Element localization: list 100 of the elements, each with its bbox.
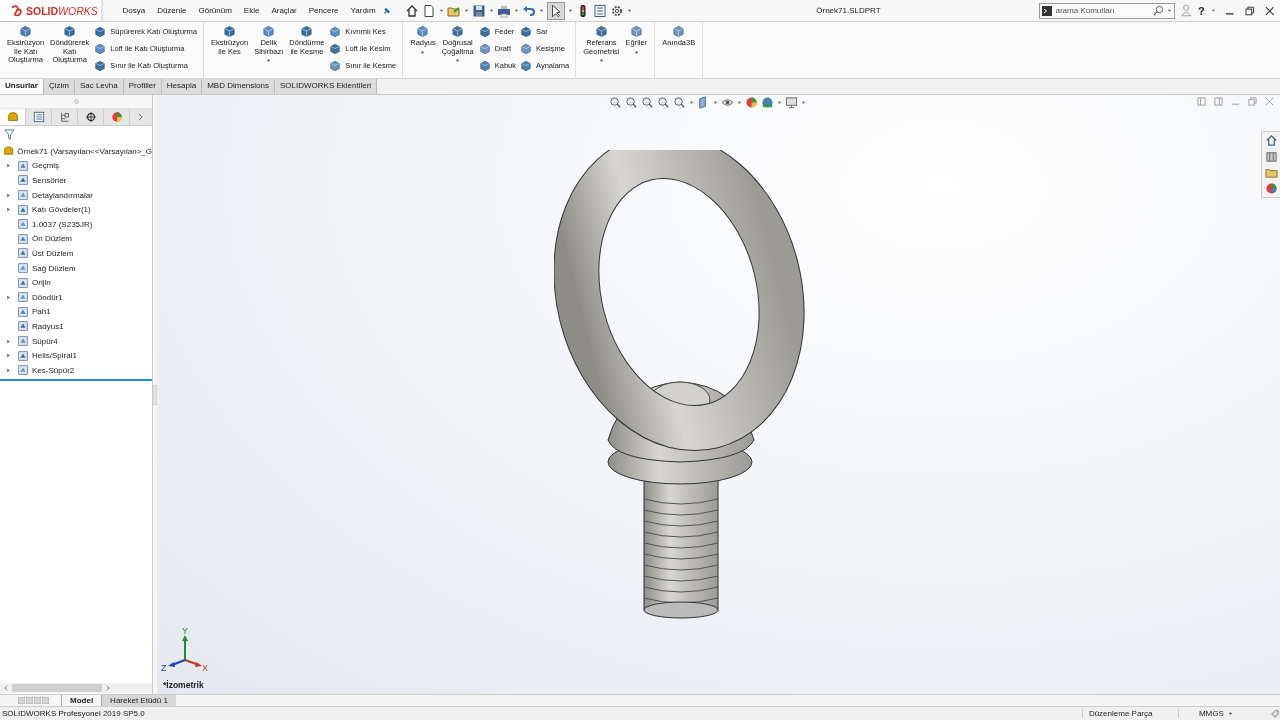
axis-label: Y	[182, 626, 188, 636]
caret-icon[interactable]	[777, 100, 782, 105]
scroll-left-icon[interactable]	[4, 685, 8, 691]
command-prompt-icon	[1042, 5, 1053, 16]
search-field[interactable]: arama Komutları	[1039, 2, 1176, 19]
part-icon	[6, 110, 19, 123]
tree-item[interactable]: 1.0037 (S235JR)	[0, 216, 152, 232]
chevron-right-icon[interactable]	[138, 112, 143, 121]
view-tool-icon[interactable]	[641, 96, 654, 109]
feature-icon	[94, 59, 107, 72]
tile-right-icon[interactable]	[1214, 97, 1223, 106]
caret-icon	[598, 58, 604, 63]
tree-item[interactable]: Döndür1	[0, 289, 152, 305]
menu-item[interactable]: Düzenle	[157, 6, 187, 15]
caret-icon	[1167, 8, 1173, 13]
tree-item[interactable]: Kes-Süpür2	[0, 362, 152, 378]
search-field[interactable]: arama Komutları	[1055, 6, 1151, 15]
library-icon[interactable]	[1264, 150, 1278, 163]
caret-icon[interactable]	[539, 8, 545, 13]
filter-icon[interactable]	[4, 128, 15, 140]
caret-icon[interactable]	[627, 8, 633, 13]
menu-item[interactable]: Pencere	[308, 6, 339, 15]
menu-item[interactable]: Yardım	[350, 6, 376, 15]
caret-icon[interactable]	[689, 100, 694, 105]
caret-icon[interactable]	[801, 100, 806, 105]
user-icon[interactable]	[1181, 4, 1192, 17]
monitor-icon[interactable]	[785, 96, 798, 109]
home-icon[interactable]	[405, 3, 420, 18]
search-icon	[1153, 5, 1165, 16]
tree-item[interactable]: Üst Düzlem	[0, 246, 152, 261]
menu-item[interactable]: Dosya	[122, 6, 146, 15]
scene-icon[interactable]	[761, 96, 774, 109]
caret-icon[interactable]	[713, 100, 718, 105]
tree-item[interactable]: Örnek71 (Varsayılan<<Varsayılan>_G	[0, 144, 152, 159]
view-tool-icon[interactable]	[609, 96, 622, 109]
restore-icon[interactable]	[1244, 5, 1255, 16]
tree-item[interactable]: Ön Düzlem	[0, 231, 152, 247]
pin-icon[interactable]	[381, 5, 392, 16]
feature-icon	[416, 25, 430, 38]
undo-icon[interactable]	[522, 3, 537, 18]
scrollbar-thumb[interactable]	[12, 684, 102, 692]
settings-icon[interactable]	[610, 3, 625, 18]
ribbon-tab[interactable]: SOLIDWORKS Eklentileri	[275, 79, 378, 94]
close-icon[interactable]	[1264, 5, 1275, 16]
menu-item[interactable]: Araçlar	[271, 6, 297, 15]
tree-item[interactable]: Pah1	[0, 304, 152, 320]
print-icon[interactable]	[497, 3, 512, 18]
caret-icon	[455, 58, 461, 63]
eye-icon[interactable]	[721, 96, 734, 109]
solidworks-logo[interactable]: SOLIDWORKS	[0, 0, 103, 21]
menu-item[interactable]: Görünüm	[198, 6, 232, 15]
feature-icon	[17, 218, 29, 231]
feature-icon	[520, 25, 533, 38]
grip-icon[interactable]	[73, 99, 79, 104]
ribbon-tab[interactable]: Hesapla	[161, 79, 203, 94]
feature-icon	[329, 59, 342, 72]
tree-item[interactable]: Sağ Düzlem	[0, 260, 152, 276]
folder-icon[interactable]	[1264, 166, 1278, 179]
tag-icon[interactable]	[1270, 708, 1280, 719]
file-properties-icon[interactable]	[593, 3, 608, 18]
ribbon-tab[interactable]: MBD Dimensions	[202, 79, 275, 94]
help-button[interactable]: ?	[1197, 4, 1205, 17]
tile-left-icon[interactable]	[1197, 97, 1206, 106]
save-icon[interactable]	[472, 3, 487, 18]
caret-icon[interactable]	[737, 100, 742, 105]
tree-item[interactable]: Orijin	[0, 275, 152, 290]
tree-item[interactable]: Radyus1	[0, 319, 152, 334]
new-document-icon[interactable]	[422, 3, 437, 18]
tree-item[interactable]: Helis/Spiral1	[0, 348, 152, 363]
view-tool-icon[interactable]	[625, 96, 638, 109]
ribbon-tab[interactable]: Unsurlar	[0, 79, 44, 94]
appearance-icon[interactable]	[745, 96, 758, 109]
configuration-icon	[58, 110, 71, 123]
caret-icon[interactable]	[439, 8, 445, 13]
feature-icon	[17, 291, 29, 304]
feature-icon	[17, 159, 29, 172]
tree-item[interactable]: Katı Gövdeler(1)	[0, 202, 152, 217]
status-text: SOLIDWORKS Profesyonel 2019 SP5.0	[1, 709, 146, 718]
caret-icon[interactable]	[568, 8, 574, 13]
units-dropdown[interactable]: MMGS	[1177, 709, 1269, 718]
ribbon-tab[interactable]: Sac Levha	[74, 79, 124, 94]
menu-item[interactable]: Ekle	[243, 6, 260, 15]
tree-item[interactable]: Detaylandırmalar	[0, 187, 152, 203]
ribbon-tab[interactable]: Profiller	[123, 79, 162, 94]
tree-item[interactable]: Geçmiş	[0, 158, 152, 174]
view-orientation-label: *İzometrik	[163, 680, 204, 690]
feature-icon	[17, 335, 29, 347]
appearance-icon[interactable]	[1264, 182, 1278, 195]
view-tool-icon[interactable]	[657, 96, 670, 109]
tree-item[interactable]: Sensörler	[0, 173, 152, 188]
caret-icon[interactable]	[464, 8, 470, 13]
feature-icon	[520, 42, 533, 55]
tree-item[interactable]: Süpür4	[0, 333, 152, 349]
scroll-right-icon[interactable]	[106, 685, 110, 691]
caret-icon[interactable]	[1210, 8, 1216, 13]
caret-icon[interactable]	[489, 8, 495, 13]
view-tool-icon[interactable]	[673, 96, 686, 109]
feature-icon	[672, 25, 686, 38]
ribbon-tab[interactable]: Çizim	[43, 79, 75, 94]
caret-icon[interactable]	[514, 8, 520, 13]
